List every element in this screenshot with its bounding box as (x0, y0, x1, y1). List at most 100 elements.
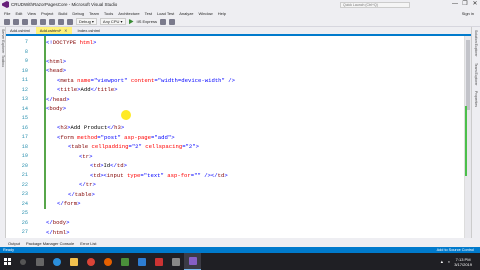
menu-analyze[interactable]: Analyze (179, 11, 193, 16)
network-icon[interactable]: ▲ (440, 259, 444, 264)
scrollbar-thumb[interactable] (466, 40, 470, 110)
menu-help[interactable]: Help (218, 11, 226, 16)
close-tab-icon[interactable]: ✕ (64, 28, 67, 33)
source-control-button[interactable]: Add to Source Control (437, 248, 474, 252)
code-token: td (116, 162, 124, 170)
code-token: /> (224, 76, 235, 84)
code-line[interactable]: 22 </tr> (6, 180, 456, 190)
vertical-scrollbar[interactable] (464, 36, 471, 238)
code-token: body (49, 105, 63, 113)
code-text: <body> (32, 105, 66, 112)
clock-time: 7:13 PM (455, 256, 471, 262)
menu-view[interactable]: View (27, 11, 36, 16)
menu-team[interactable]: Team (89, 11, 99, 16)
toolbox-tab[interactable]: Toolbox (1, 55, 5, 67)
code-line[interactable]: 14 <body> (6, 104, 456, 114)
menu-file[interactable]: File (4, 11, 10, 16)
refresh-icon[interactable] (159, 18, 166, 25)
save-all-icon[interactable] (49, 18, 55, 25)
properties-tab[interactable]: Properties (474, 91, 478, 107)
code-line[interactable]: 9 <html> (6, 57, 456, 67)
code-line[interactable]: 18 <table cellpadding="2" cellspacing="2"… (6, 142, 456, 152)
code-line[interactable]: 10 <head> (6, 66, 456, 76)
title-bar: CRUDWithRazorPagesCore - Microsoft Visua… (0, 0, 480, 9)
minimize-button[interactable]: — (450, 0, 460, 9)
code-line[interactable]: 8 (6, 47, 456, 57)
visual-studio-taskbar-icon[interactable] (184, 253, 201, 270)
code-line[interactable]: 21 <td><input type="text" asp-for="" /></… (6, 171, 456, 181)
platform-dropdown[interactable]: Any CPU (99, 18, 126, 25)
team-explorer-tab[interactable]: Team Explorer (474, 63, 478, 86)
run-target-label[interactable]: IIS Express (137, 19, 157, 24)
error-list-tab[interactable]: Error List (80, 241, 96, 246)
redo-icon[interactable] (67, 18, 73, 25)
code-text: <!DOCTYPE html> (32, 39, 96, 46)
code-line[interactable]: 23 </table> (6, 190, 456, 200)
search-taskbar-icon[interactable] (14, 253, 31, 270)
code-editor[interactable]: 7 <!DOCTYPE html> 8 9 <html> 10 <head> 11 <meta … (6, 36, 471, 238)
code-line[interactable]: 13 </head> (6, 95, 456, 105)
code-token: > (114, 86, 118, 94)
menu-load-test[interactable]: Load Test (157, 11, 174, 16)
code-line[interactable]: 16 <h3>Add Product</h3> (6, 123, 456, 133)
app-icon[interactable] (133, 253, 150, 270)
menu-window[interactable]: Window (198, 11, 212, 16)
menu-test[interactable]: Test (145, 11, 152, 16)
edge-icon[interactable] (48, 253, 65, 270)
code-token: > (195, 143, 199, 151)
code-line[interactable]: 19 <tr> (6, 152, 456, 162)
task-view-icon[interactable] (31, 253, 48, 270)
code-line[interactable]: 20 <td>Id</td> (6, 161, 456, 171)
server-explorer-tab[interactable]: Server Explorer (1, 29, 5, 53)
code-line[interactable]: 24 </form> (6, 199, 456, 209)
code-line[interactable]: 27 </html> (6, 228, 456, 238)
toolbar: Debug Any CPU IIS Express (0, 17, 480, 27)
app-icon[interactable] (150, 253, 167, 270)
code-line[interactable]: 12 <title>Add</title> (6, 85, 456, 95)
code-token: type (123, 171, 141, 179)
back-icon[interactable] (4, 18, 10, 25)
start-button[interactable] (0, 253, 14, 270)
code-line[interactable]: 7 <!DOCTYPE html> (6, 38, 456, 48)
run-icon[interactable] (128, 18, 134, 25)
firefox-icon[interactable] (99, 253, 116, 270)
menu-build[interactable]: Build (58, 11, 67, 16)
code-line[interactable]: 26 </body> (6, 218, 456, 228)
chrome-icon[interactable] (82, 253, 99, 270)
tab-index-cshtml[interactable]: Index.cshtml (74, 27, 104, 34)
menu-architecture[interactable]: Architecture (118, 11, 139, 16)
code-text: </form> (32, 200, 81, 207)
tab-add-cshtml[interactable]: Add.cshtml (6, 27, 34, 34)
tab-add-cshtml-modified[interactable]: Add.cshtml* ✕ (35, 27, 72, 34)
maximize-button[interactable]: ❐ (460, 0, 470, 9)
close-button[interactable]: ✕ (470, 0, 480, 9)
code-token: head (52, 95, 67, 103)
code-token: > (77, 200, 81, 208)
menu-edit[interactable]: Edit (15, 11, 22, 16)
app-icon[interactable] (167, 253, 184, 270)
menu-debug[interactable]: Debug (72, 11, 84, 16)
package-manager-console-tab[interactable]: Package Manager Console (26, 241, 74, 246)
new-project-icon[interactable] (22, 18, 28, 25)
code-line[interactable]: 11 <meta name="viewport" content="width=d… (6, 76, 456, 86)
clock[interactable]: 7:13 PM 3/17/2019 (454, 257, 472, 267)
windows-taskbar: ▲ ◖ 7:13 PM 3/17/2019 (0, 253, 480, 270)
output-tab[interactable]: Output (8, 241, 20, 246)
undo-icon[interactable] (58, 18, 64, 25)
volume-icon[interactable]: ◖ (448, 259, 450, 264)
save-icon[interactable] (40, 18, 46, 25)
code-line[interactable]: 15 (6, 114, 456, 124)
browser-link-icon[interactable] (168, 18, 175, 25)
quick-launch-input[interactable]: Quick Launch (Ctrl+Q) (340, 1, 410, 8)
code-line[interactable]: 25 (6, 209, 456, 219)
sign-in-link[interactable]: Sign in (462, 11, 474, 16)
menu-tools[interactable]: Tools (104, 11, 113, 16)
code-line[interactable]: 17 <form method="post" asp-page="add"> (6, 133, 456, 143)
forward-icon[interactable] (13, 18, 19, 25)
configuration-dropdown[interactable]: Debug (76, 18, 97, 25)
open-file-icon[interactable] (31, 18, 37, 25)
app-icon[interactable] (116, 253, 133, 270)
file-explorer-icon[interactable] (65, 253, 82, 270)
menu-project[interactable]: Project (41, 11, 53, 16)
solution-explorer-tab[interactable]: Solution Explorer (474, 30, 478, 57)
